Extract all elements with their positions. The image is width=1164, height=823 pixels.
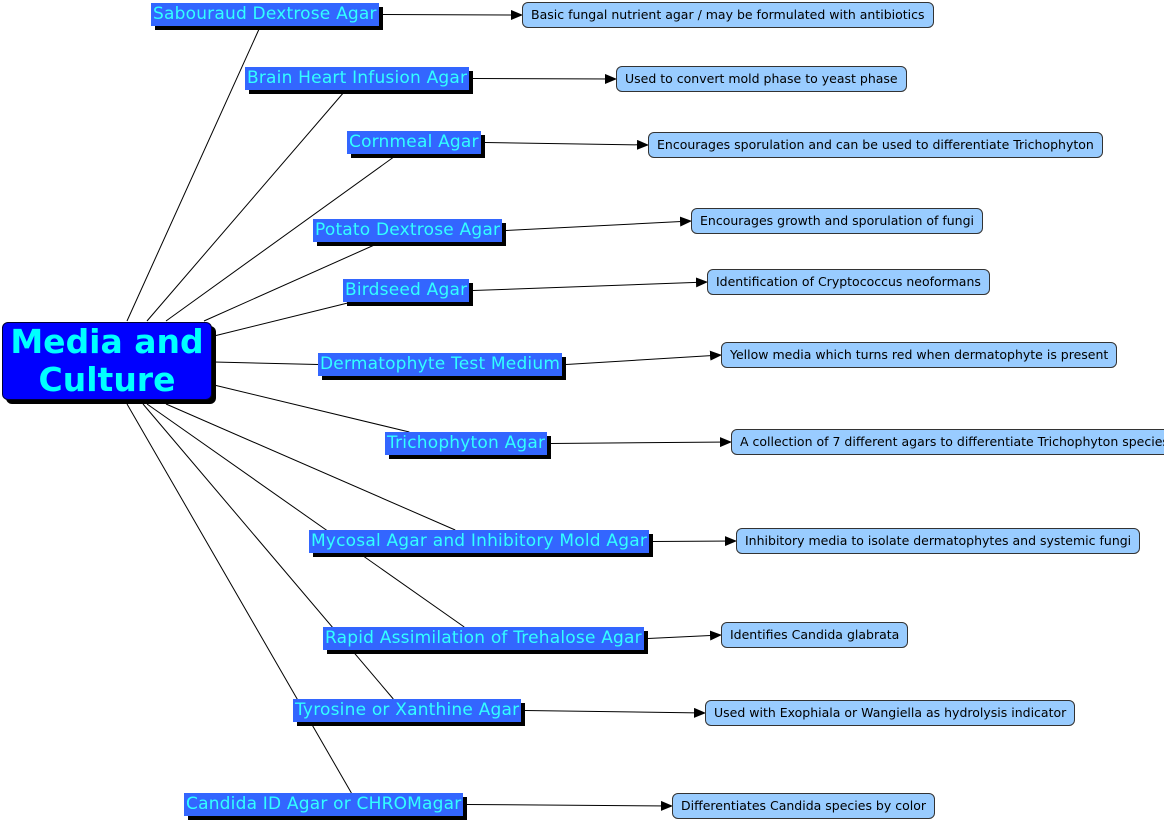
- description-box-candida-id: Differentiates Candida species by color: [672, 793, 936, 819]
- description-box-dermatophyte-test-medium: Yellow media which turns red when dermat…: [721, 342, 1118, 368]
- arrow-agar-to-description: [472, 277, 708, 291]
- connector-root-to-agar: [213, 301, 352, 337]
- agar-node-mycosal-inhibitory-mold[interactable]: Mycosal Agar and Inhibitory Mold Agar: [309, 530, 650, 553]
- arrow-agar-to-description: [505, 216, 692, 231]
- agar-node-candida-id-chromagar[interactable]: Candida ID Agar or CHROMagar: [184, 793, 464, 816]
- root-label-line1: Media and: [10, 322, 204, 361]
- connector-root-to-agar: [146, 89, 347, 322]
- connector-root-to-agar: [213, 361, 319, 365]
- arrow-agar-to-description: [484, 139, 649, 150]
- agar-node-sabouraud-dextrose[interactable]: Sabouraud Dextrose Agar: [151, 3, 379, 26]
- arrow-agar-to-description: [382, 9, 523, 20]
- arrow-agar-to-description: [652, 536, 737, 547]
- arrow-agar-to-description: [550, 437, 732, 448]
- arrow-agar-to-description: [565, 350, 722, 365]
- agar-node-birdseed[interactable]: Birdseed Agar: [343, 279, 470, 302]
- description-box-mycosal: Inhibitory media to isolate dermatophyte…: [736, 528, 1141, 554]
- connector-root-to-agar: [126, 403, 352, 794]
- root-label-line2: Culture: [38, 360, 176, 399]
- root-node-media-and-culture[interactable]: Media and Culture: [2, 322, 212, 400]
- description-box-trehalose: Identifies Candida glabrata: [721, 622, 909, 648]
- arrow-agar-to-description: [524, 707, 706, 718]
- agar-node-brain-heart-infusion[interactable]: Brain Heart Infusion Agar: [245, 67, 470, 90]
- arrow-agar-to-description: [647, 630, 722, 641]
- agar-node-potato-dextrose[interactable]: Potato Dextrose Agar: [313, 219, 503, 242]
- description-box-cornmeal: Encourages sporulation and can be used t…: [648, 132, 1103, 158]
- description-box-potato-dextrose: Encourages growth and sporulation of fun…: [691, 208, 984, 234]
- concept-map: Media and Culture Sabouraud Dextrose Aga…: [0, 0, 1164, 823]
- agar-node-trichophyton[interactable]: Trichophyton Agar: [385, 432, 548, 455]
- connector-root-to-agar: [165, 403, 456, 531]
- agar-node-dermatophyte-test-medium[interactable]: Dermatophyte Test Medium: [318, 353, 563, 376]
- description-box-brain-heart-infusion: Used to convert mold phase to yeast phas…: [616, 66, 907, 92]
- connector-root-to-agar: [213, 384, 410, 433]
- description-box-tyrosine-xanthine: Used with Exophiala or Wangiella as hydr…: [705, 700, 1076, 726]
- connector-root-to-agar: [126, 25, 261, 322]
- description-box-birdseed: Identification of Cryptococcus neoforman…: [707, 269, 990, 295]
- description-box-trichophyton: A collection of 7 different agars to dif…: [731, 429, 1164, 455]
- agar-node-cornmeal[interactable]: Cornmeal Agar: [347, 131, 481, 154]
- agar-node-tyrosine-xanthine[interactable]: Tyrosine or Xanthine Agar: [293, 699, 522, 722]
- description-box-sabouraud: Basic fungal nutrient agar / may be form…: [522, 2, 934, 28]
- arrow-agar-to-description: [466, 800, 673, 811]
- agar-node-rapid-assimilation-trehalose[interactable]: Rapid Assimilation of Trehalose Agar: [323, 627, 644, 650]
- arrow-agar-to-description: [472, 73, 617, 84]
